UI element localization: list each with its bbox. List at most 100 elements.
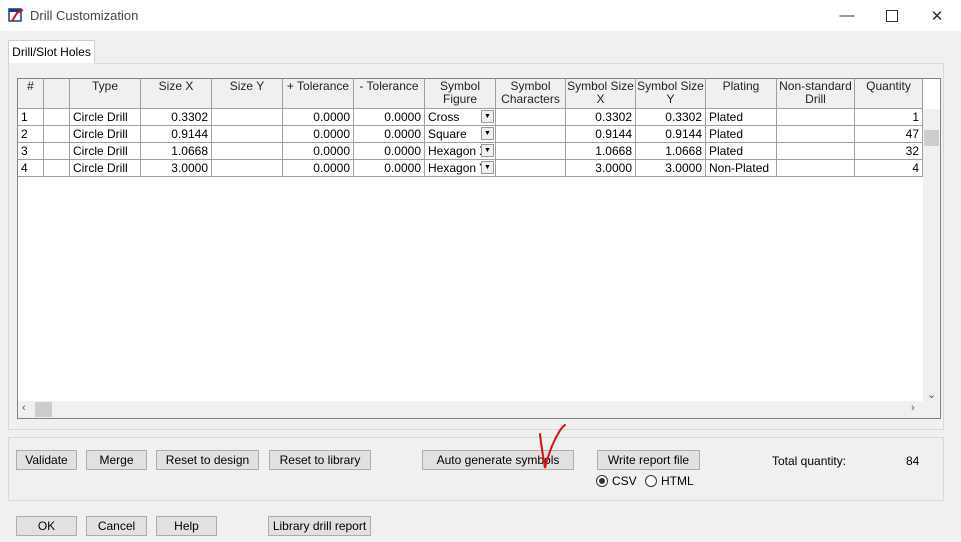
cell-plating[interactable]: Plated xyxy=(706,109,777,126)
column-header-hash[interactable]: # xyxy=(18,79,44,109)
cell-type[interactable]: Circle Drill xyxy=(70,160,141,177)
cell-minus-tolerance[interactable]: 0.0000 xyxy=(354,126,425,143)
cell-symbol-characters[interactable] xyxy=(496,160,566,177)
column-header-quantity[interactable]: Quantity xyxy=(855,79,923,109)
ok-button[interactable]: OK xyxy=(16,516,77,536)
cell-symbol-characters[interactable] xyxy=(496,109,566,126)
cell-blank[interactable] xyxy=(44,109,70,126)
scroll-right-icon[interactable]: › xyxy=(911,402,915,414)
cell-blank[interactable] xyxy=(44,160,70,177)
csv-label: CSV xyxy=(612,474,637,488)
cell-minus-tolerance[interactable]: 0.0000 xyxy=(354,160,425,177)
cell-non-standard-drill[interactable] xyxy=(777,126,855,143)
maximize-button[interactable] xyxy=(869,0,915,31)
html-radio[interactable] xyxy=(645,475,657,487)
cell-hash[interactable]: 3 xyxy=(18,143,44,160)
column-header-symbol-characters[interactable]: Symbol Characters xyxy=(496,79,566,109)
dropdown-arrow-icon[interactable]: ▼ xyxy=(481,161,494,174)
column-header-plating[interactable]: Plating xyxy=(706,79,777,109)
column-header-blank[interactable] xyxy=(44,79,70,109)
cell-plating[interactable]: Plated xyxy=(706,143,777,160)
cell-type[interactable]: Circle Drill xyxy=(70,126,141,143)
column-header-symbol-figure[interactable]: Symbol Figure xyxy=(425,79,496,109)
cell-hash[interactable]: 2 xyxy=(18,126,44,143)
cell-non-standard-drill[interactable] xyxy=(777,160,855,177)
cell-plus-tolerance[interactable]: 0.0000 xyxy=(283,143,354,160)
cell-blank[interactable] xyxy=(44,143,70,160)
cell-minus-tolerance[interactable]: 0.0000 xyxy=(354,109,425,126)
cell-quantity[interactable]: 32 xyxy=(855,143,923,160)
cell-plus-tolerance[interactable]: 0.0000 xyxy=(283,109,354,126)
dropdown-arrow-icon[interactable]: ▼ xyxy=(481,110,494,123)
cancel-button[interactable]: Cancel xyxy=(86,516,147,536)
cell-symbol-size-y[interactable]: 0.3302 xyxy=(636,109,706,126)
cell-symbol-size-x[interactable]: 0.3302 xyxy=(566,109,636,126)
cell-size-x[interactable]: 0.3302 xyxy=(141,109,212,126)
cell-plus-tolerance[interactable]: 0.0000 xyxy=(283,160,354,177)
cell-size-y[interactable] xyxy=(212,160,283,177)
drill-table[interactable]: ⌄ ‹ › # Type Size X Size Y + Tolerance - Tole… xyxy=(17,78,941,419)
library-drill-report-button[interactable]: Library drill report xyxy=(268,516,371,536)
write-report-file-button[interactable]: Write report file xyxy=(597,450,700,470)
reset-to-library-button[interactable]: Reset to library xyxy=(269,450,371,470)
cell-symbol-size-x[interactable]: 0.9144 xyxy=(566,126,636,143)
cell-symbol-size-x[interactable]: 1.0668 xyxy=(566,143,636,160)
vertical-scroll-thumb[interactable] xyxy=(924,130,939,146)
cell-symbol-size-x[interactable]: 3.0000 xyxy=(566,160,636,177)
column-header-size-y[interactable]: Size Y xyxy=(212,79,283,109)
cell-symbol-figure[interactable]: Hexagon X ▼ xyxy=(425,143,496,160)
cell-symbol-size-y[interactable]: 0.9144 xyxy=(636,126,706,143)
cell-plating[interactable]: Non-Plated xyxy=(706,160,777,177)
cell-type[interactable]: Circle Drill xyxy=(70,109,141,126)
dropdown-arrow-icon[interactable]: ▼ xyxy=(481,144,494,157)
scroll-down-icon[interactable]: ⌄ xyxy=(927,388,936,401)
cell-text: Square xyxy=(428,127,467,141)
vertical-scrollbar[interactable]: ⌄ xyxy=(923,109,940,403)
cell-size-x[interactable]: 3.0000 xyxy=(141,160,212,177)
scroll-left-icon[interactable]: ‹ xyxy=(22,402,26,414)
help-button[interactable]: Help xyxy=(156,516,217,536)
column-header-symbol-size-x[interactable]: Symbol Size X xyxy=(566,79,636,109)
cell-hash[interactable]: 4 xyxy=(18,160,44,177)
merge-button[interactable]: Merge xyxy=(86,450,147,470)
tab-drill-slot-holes[interactable]: Drill/Slot Holes xyxy=(8,40,95,64)
cell-plus-tolerance[interactable]: 0.0000 xyxy=(283,126,354,143)
cell-size-y[interactable] xyxy=(212,143,283,160)
total-quantity-value: 84 xyxy=(906,454,920,468)
cell-size-y[interactable] xyxy=(212,109,283,126)
column-header-plus-tolerance[interactable]: + Tolerance xyxy=(283,79,354,109)
cell-symbol-characters[interactable] xyxy=(496,126,566,143)
cell-size-y[interactable] xyxy=(212,126,283,143)
dropdown-arrow-icon[interactable]: ▼ xyxy=(481,127,494,140)
close-button[interactable]: ✕ xyxy=(914,0,960,31)
cell-size-x[interactable]: 0.9144 xyxy=(141,126,212,143)
cell-symbol-figure[interactable]: Hexagon Y ▼ xyxy=(425,160,496,177)
reset-to-design-button[interactable]: Reset to design xyxy=(156,450,259,470)
column-header-type[interactable]: Type xyxy=(70,79,141,109)
cell-non-standard-drill[interactable] xyxy=(777,143,855,160)
cell-symbol-figure[interactable]: Cross ▼ xyxy=(425,109,496,126)
cell-quantity[interactable]: 4 xyxy=(855,160,923,177)
column-header-symbol-size-y[interactable]: Symbol Size Y xyxy=(636,79,706,109)
cell-blank[interactable] xyxy=(44,126,70,143)
cell-hash[interactable]: 1 xyxy=(18,109,44,126)
cell-plating[interactable]: Plated xyxy=(706,126,777,143)
cell-size-x[interactable]: 1.0668 xyxy=(141,143,212,160)
minimize-button[interactable]: — xyxy=(824,0,870,31)
cell-quantity[interactable]: 47 xyxy=(855,126,923,143)
horizontal-scrollbar[interactable]: ‹ › xyxy=(18,401,940,418)
cell-type[interactable]: Circle Drill xyxy=(70,143,141,160)
column-header-minus-tolerance[interactable]: - Tolerance xyxy=(354,79,425,109)
cell-quantity[interactable]: 1 xyxy=(855,109,923,126)
cell-symbol-figure[interactable]: Square ▼ xyxy=(425,126,496,143)
cell-symbol-size-y[interactable]: 1.0668 xyxy=(636,143,706,160)
cell-non-standard-drill[interactable] xyxy=(777,109,855,126)
horizontal-scroll-thumb[interactable] xyxy=(35,402,52,417)
column-header-non-standard-drill[interactable]: Non-standard Drill xyxy=(777,79,855,109)
cell-symbol-size-y[interactable]: 3.0000 xyxy=(636,160,706,177)
cell-symbol-characters[interactable] xyxy=(496,143,566,160)
csv-radio[interactable] xyxy=(596,475,608,487)
validate-button[interactable]: Validate xyxy=(16,450,77,470)
column-header-size-x[interactable]: Size X xyxy=(141,79,212,109)
cell-minus-tolerance[interactable]: 0.0000 xyxy=(354,143,425,160)
